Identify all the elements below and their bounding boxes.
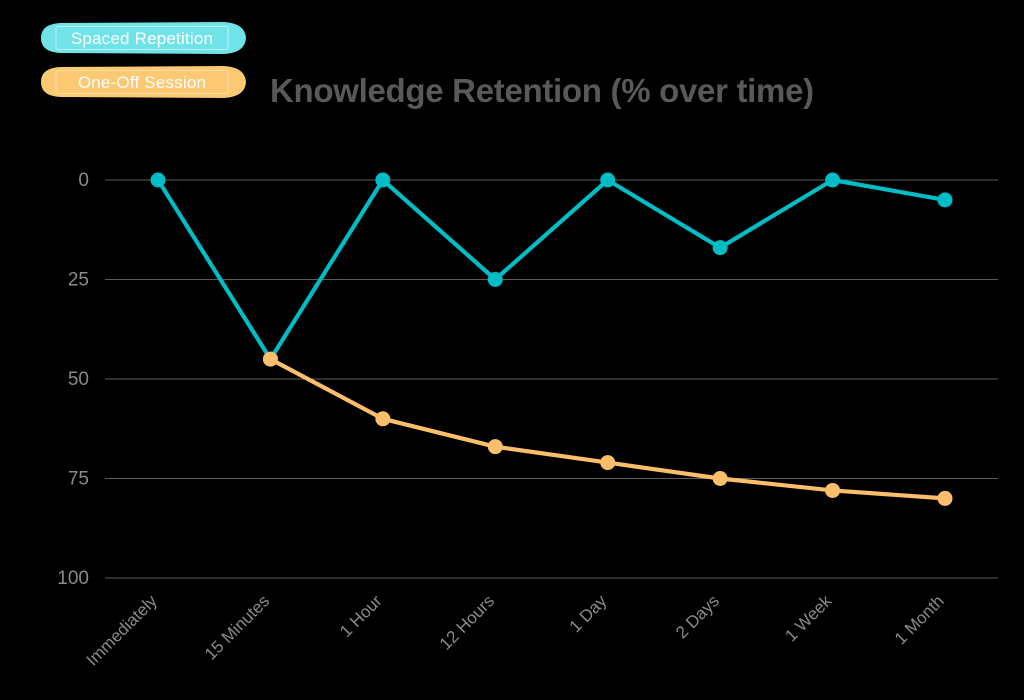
legend-label-one-off-session: One-Off Session [77, 72, 207, 92]
y-axis-tick-label: 100 [57, 568, 89, 589]
x-axis-tick-label: 12 Hours [436, 591, 498, 653]
chart-legend: Spaced Repetition One-Off Session [34, 20, 250, 100]
gridlines [105, 179, 998, 579]
y-axis-tick-label: 50 [68, 369, 89, 390]
chart-container: Spaced Repetition One-Off Session Knowle… [0, 0, 1024, 700]
x-axis-tick-label: Immediately [83, 591, 162, 670]
x-axis-tick-label: 15 Minutes [201, 591, 273, 663]
data-point[interactable] [600, 455, 616, 471]
data-point[interactable] [487, 439, 503, 455]
x-axis-tick-labels: Immediately 15 Minutes 1 Hour 12 Hours 1 Day… [83, 591, 948, 670]
data-point[interactable] [937, 490, 953, 506]
data-point[interactable] [150, 172, 166, 188]
x-axis-tick-label: 1 Day [566, 591, 611, 636]
x-axis-tick-label: 1 Hour [336, 591, 386, 641]
data-point[interactable] [375, 172, 391, 188]
data-point[interactable] [262, 351, 278, 367]
data-point[interactable] [600, 172, 616, 188]
y-axis-tick-label: 0 [78, 170, 89, 191]
data-point[interactable] [375, 411, 391, 427]
chart-title: Knowledge Retention (% over time) [270, 72, 814, 109]
y-axis-tick-labels: 100 75 50 25 0 [57, 170, 89, 589]
y-axis-tick-label: 75 [68, 469, 89, 490]
data-point[interactable] [937, 192, 953, 208]
data-point[interactable] [487, 272, 503, 287]
data-point[interactable] [712, 471, 728, 486]
series-lines [155, 177, 948, 501]
y-axis-tick-label: 25 [68, 270, 89, 291]
legend-label-spaced-repetition: Spaced Repetition [70, 28, 214, 48]
x-axis-tick-label: 2 Days [672, 591, 723, 642]
legend-item-spaced-repetition[interactable]: Spaced Repetition [34, 20, 250, 56]
x-axis-tick-label: 1 Week [781, 591, 835, 645]
series-line-one-off-session [268, 357, 948, 501]
x-axis-tick-label: 1 Month [891, 591, 948, 648]
data-point[interactable] [825, 172, 841, 188]
series-line-spaced-repetition [155, 177, 948, 362]
legend-item-one-off-session[interactable]: One-Off Session [34, 64, 250, 100]
data-point[interactable] [825, 482, 841, 498]
data-point[interactable] [712, 240, 728, 256]
